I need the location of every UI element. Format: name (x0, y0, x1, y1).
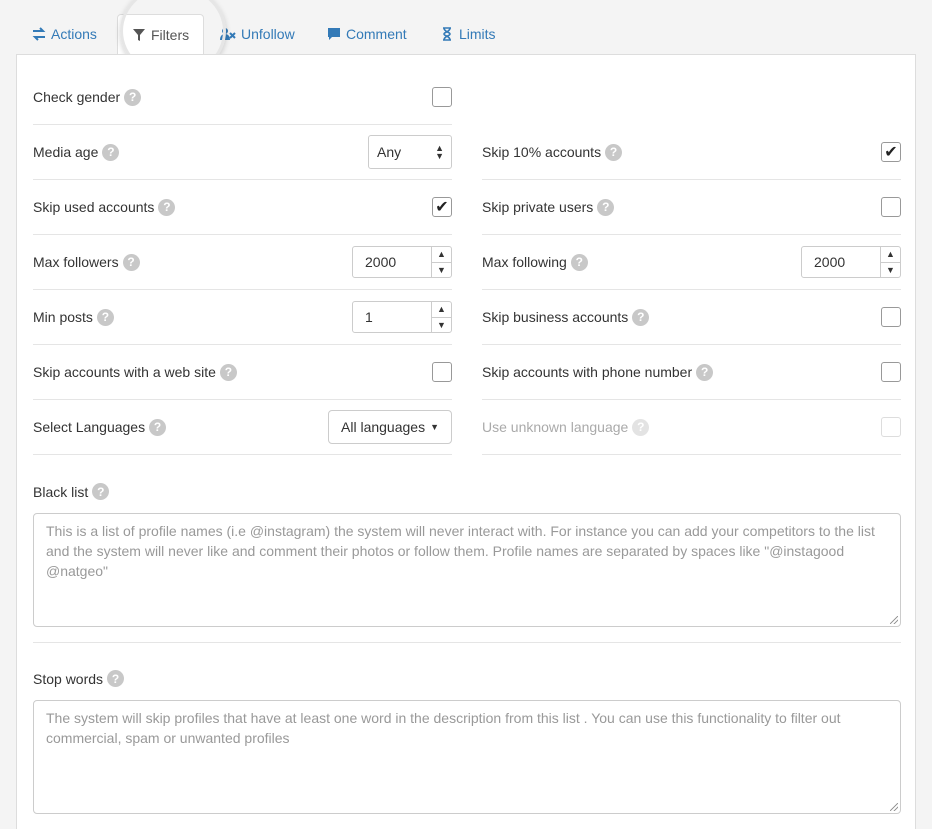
unknown-language-label: Use unknown language (482, 419, 629, 435)
skip-10-checkbox[interactable]: ✔ (881, 142, 901, 162)
help-icon[interactable]: ? (96, 308, 114, 326)
languages-label: Select Languages (33, 419, 146, 435)
min-posts-value: 1 (365, 309, 373, 325)
media-age-label: Media age (33, 144, 99, 160)
tab-unfollow[interactable]: Unfollow (206, 14, 309, 54)
black-list-header: Black list? (33, 483, 110, 500)
skip-private-row: Skip private users? (482, 180, 901, 235)
help-icon[interactable]: ? (124, 88, 142, 106)
tab-limits[interactable]: Limits (426, 14, 510, 54)
divider (33, 642, 901, 643)
max-followers-label: Max followers (33, 254, 119, 270)
skip-phone-label: Skip accounts with phone number (482, 364, 693, 380)
spinner: ▲ ▼ (431, 247, 451, 277)
tab-bar: Actions Filters Unfollow Comment Limits (16, 0, 916, 78)
max-following-label: Max following (482, 254, 567, 270)
sort-arrows-icon: ▲ ▼ (435, 143, 444, 161)
media-age-value: Any (377, 144, 402, 160)
skip-used-label: Skip used accounts (33, 199, 155, 215)
max-following-input[interactable]: 2000 ▲ ▼ (801, 246, 901, 278)
stop-words-header: Stop words? (33, 670, 125, 687)
skip-business-row: Skip business accounts? (482, 290, 901, 345)
check-gender-checkbox[interactable] (432, 87, 452, 107)
max-followers-input[interactable]: 2000 ▲ ▼ (352, 246, 452, 278)
min-posts-row: Min posts? 1 ▲ ▼ (33, 290, 452, 345)
languages-row: Select Languages? All languages ▼ (33, 400, 452, 455)
unknown-language-checkbox (881, 417, 901, 437)
stop-words-label: Stop words (33, 670, 104, 687)
caret-down-icon: ▼ (430, 422, 439, 432)
max-followers-value: 2000 (365, 254, 397, 270)
skip-website-label: Skip accounts with a web site (33, 364, 216, 380)
skip-phone-checkbox[interactable] (881, 362, 901, 382)
skip-website-checkbox[interactable] (432, 362, 452, 382)
tab-label: Filters (151, 27, 190, 43)
black-list-textarea[interactable]: This is a list of profile names (i.e @in… (33, 513, 901, 627)
tab-label: Unfollow (241, 26, 295, 42)
languages-dropdown[interactable]: All languages ▼ (328, 410, 452, 444)
help-icon[interactable]: ? (570, 253, 588, 271)
skip-private-label: Skip private users (482, 199, 594, 215)
check-icon: ✔ (884, 144, 898, 161)
stop-words-textarea[interactable]: The system will skip profiles that have … (33, 700, 901, 814)
skip-10-row: Skip 10% accounts? ✔ (482, 125, 901, 180)
skip-phone-row: Skip accounts with phone number? (482, 345, 901, 400)
check-icon: ✔ (435, 199, 449, 216)
spinner: ▲ ▼ (880, 247, 900, 277)
decrement-icon[interactable]: ▼ (432, 263, 451, 278)
skip-used-checkbox[interactable]: ✔ (432, 197, 452, 217)
spinner: ▲ ▼ (431, 302, 451, 332)
min-posts-input[interactable]: 1 ▲ ▼ (352, 301, 452, 333)
help-icon[interactable]: ? (696, 363, 714, 381)
black-list-label: Black list (33, 483, 89, 500)
max-following-row: Max following? 2000 ▲ ▼ (482, 235, 901, 290)
user-times-icon (220, 28, 236, 40)
help-icon[interactable]: ? (597, 198, 615, 216)
max-followers-row: Max followers? 2000 ▲ ▼ (33, 235, 452, 290)
tab-label: Comment (346, 26, 407, 42)
decrement-icon[interactable]: ▼ (432, 318, 451, 333)
unknown-language-row: Use unknown language? (482, 400, 901, 455)
check-gender-label: Check gender (33, 89, 121, 105)
increment-icon[interactable]: ▲ (432, 247, 451, 263)
languages-value: All languages (341, 419, 426, 435)
help-icon[interactable]: ? (92, 483, 110, 500)
media-age-row: Media age? Any ▲ ▼ (33, 125, 452, 180)
increment-icon[interactable]: ▲ (432, 302, 451, 318)
media-age-select[interactable]: Any ▲ ▼ (368, 135, 452, 169)
help-icon[interactable]: ? (605, 143, 623, 161)
help-icon[interactable]: ? (158, 198, 176, 216)
tab-actions[interactable]: Actions (18, 14, 111, 54)
exchange-icon (32, 27, 46, 41)
check-gender-row: Check gender? (33, 70, 452, 125)
skip-used-row: Skip used accounts? ✔ (33, 180, 452, 235)
skip-10-label: Skip 10% accounts (482, 144, 602, 160)
help-icon[interactable]: ? (122, 253, 140, 271)
decrement-icon[interactable]: ▼ (881, 263, 900, 278)
help-icon: ? (632, 418, 650, 436)
tab-comment[interactable]: Comment (313, 14, 421, 54)
skip-private-checkbox[interactable] (881, 197, 901, 217)
comment-icon (328, 28, 340, 40)
min-posts-label: Min posts (33, 309, 93, 325)
help-icon[interactable]: ? (149, 418, 167, 436)
help-icon[interactable]: ? (632, 308, 650, 326)
help-icon[interactable]: ? (107, 670, 125, 687)
skip-business-label: Skip business accounts (482, 309, 629, 325)
filters-panel: Check gender? Media age? Any ▲ ▼ Skip used… (16, 54, 916, 829)
tab-filters[interactable]: Filters (117, 14, 205, 56)
max-following-value: 2000 (814, 254, 846, 270)
filter-icon (133, 29, 145, 41)
help-icon[interactable]: ? (102, 143, 120, 161)
help-icon[interactable]: ? (219, 363, 237, 381)
increment-icon[interactable]: ▲ (881, 247, 900, 263)
skip-business-checkbox[interactable] (881, 307, 901, 327)
tab-label: Limits (459, 26, 496, 42)
tab-label: Actions (51, 26, 97, 42)
hourglass-icon (443, 27, 451, 41)
skip-website-row: Skip accounts with a web site? (33, 345, 452, 400)
